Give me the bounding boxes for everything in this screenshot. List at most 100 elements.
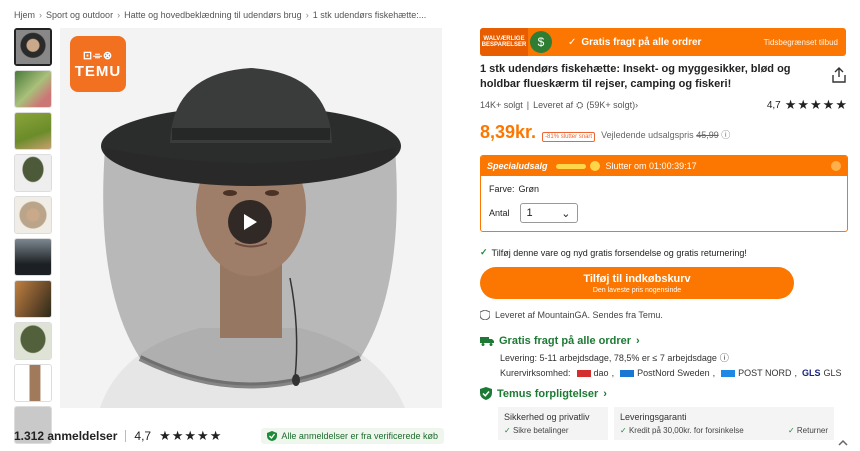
- review-count[interactable]: 1.312 anmeldelser: [14, 429, 117, 443]
- add-to-cart-label: Tilføj til indkøbskurv: [583, 272, 691, 285]
- thumbnail-4[interactable]: [14, 154, 52, 192]
- scroll-up-icon[interactable]: [836, 436, 850, 450]
- thumbnail-image: [15, 239, 51, 275]
- shield-icon: [480, 310, 490, 320]
- temu-logo-glyphs: ⊡⌯⊗: [82, 49, 114, 62]
- thumbnail-3[interactable]: [14, 112, 52, 150]
- price-row: 8,39kr. -81% slutter snart Vejledende ud…: [480, 122, 848, 143]
- chevron-right-icon: ›: [635, 100, 639, 110]
- rrp: Vejledende udsalgspris 45,99 ⓘ: [601, 128, 730, 141]
- play-icon: [244, 214, 257, 230]
- breadcrumb-current: 1 stk udendørs fiskehætte:...: [312, 10, 427, 20]
- chevron-right-icon: ›: [636, 335, 640, 347]
- check-icon: ✓: [568, 36, 577, 48]
- add-to-cart-button[interactable]: Tilføj til indkøbskurv Den laveste pris …: [480, 267, 794, 299]
- temu-logo: ⊡⌯⊗ TEMU: [70, 36, 126, 92]
- carrier-separator: ,: [712, 368, 716, 378]
- thumbnail-image: [15, 323, 51, 359]
- review-rating: 4,7: [134, 429, 152, 443]
- product-rating-stars: ★★★★★: [784, 97, 848, 112]
- product-details: WALVÆRLIGE BESPARELSER $ ✓ Gratis fragt …: [480, 28, 848, 440]
- guarantee-card-item2-text: Returner: [796, 426, 828, 435]
- color-row: Farve: Grøn: [489, 184, 839, 194]
- thumbnail-8[interactable]: [14, 322, 52, 360]
- divider: [125, 430, 127, 442]
- rating-stars: ★★★★★: [159, 428, 223, 443]
- guarantee-card-delivery[interactable]: Leveringsgaranti ✓ Kredit på 30,00kr. fo…: [614, 407, 834, 440]
- info-icon[interactable]: ⓘ: [721, 130, 730, 140]
- thumbnail-7[interactable]: [14, 280, 52, 318]
- info-icon[interactable]: ⓘ: [720, 351, 729, 364]
- seller-icon: ⛭: [576, 99, 584, 110]
- meta-divider: |: [526, 100, 530, 110]
- thumbnail-1[interactable]: [14, 28, 52, 66]
- guarantee-card-item-text: Sikre betalinger: [512, 426, 569, 435]
- thumbnail-image: [15, 197, 51, 233]
- shield-check-icon: [480, 387, 492, 400]
- play-video-button[interactable]: [228, 200, 272, 244]
- guarantee-card-item-group: ✓ Returner: [788, 426, 828, 435]
- sold-count: 14K+ solgt: [480, 100, 523, 110]
- rrp-label: Vejledende udsalgspris: [601, 130, 694, 140]
- share-icon[interactable]: [830, 66, 848, 84]
- meta-row: 14K+ solgt | Leveret af ⛭ (59K+ solgt) ›…: [480, 97, 848, 113]
- product-title: 1 stk udendørs fiskehætte: Insekt- og my…: [480, 63, 791, 90]
- carriers-label: Kurervirksomhed:: [500, 368, 571, 378]
- guarantee-card-item: ✓ Sikre betalinger: [504, 426, 602, 435]
- price: 8,39kr.: [480, 122, 537, 142]
- seller-note: Leveret af MountainGA. Sendes fra Temu.: [480, 310, 848, 320]
- discount-chip: -81% slutter snart: [542, 132, 596, 142]
- promo-limited: Tidsbegrænset tilbud: [763, 37, 838, 47]
- shipping-title-text: Gratis fragt på alle ordrer: [499, 335, 632, 347]
- color-value: Grøn: [518, 184, 540, 194]
- breadcrumb-hats[interactable]: Hatte og hovedbeklædning til udendørs br…: [124, 10, 302, 20]
- check-icon: ✓: [504, 426, 511, 435]
- quantity-row: Antal 1 ⌄: [489, 203, 839, 223]
- breadcrumb: Hjem › Sport og outdoor › Hatte og hoved…: [14, 10, 426, 20]
- sale-header: Specialudsalg Slutter om 01:00:39:17: [481, 156, 847, 176]
- thumbnail-6[interactable]: [14, 238, 52, 276]
- breadcrumb-separator: ›: [305, 10, 309, 20]
- seller-sold[interactable]: (59K+ solgt): [586, 100, 635, 110]
- carrier-postnord-sweden: PostNord Sweden: [637, 368, 710, 378]
- carriers-row: Kurervirksomhed: dao, PostNord Sweden, P…: [500, 368, 848, 378]
- promo-tag: WALVÆRLIGE BESPARELSER: [480, 28, 528, 56]
- thumbnail-2[interactable]: [14, 70, 52, 108]
- guarantee-card-item: ✓ Kredit på 30,00kr. for forsinkelse ✓ R…: [620, 426, 828, 435]
- quantity-select[interactable]: 1 ⌄: [519, 203, 578, 223]
- shipping-title[interactable]: Gratis fragt på alle ordrer ›: [480, 335, 848, 347]
- thumbnail-image: [16, 30, 50, 64]
- dao-logo-icon: [576, 369, 591, 377]
- guarantee-card-security[interactable]: Sikkerhed og privatliv ✓ Sikre betalinge…: [498, 407, 608, 440]
- seller-note-text: Leveret af MountainGA. Sendes fra Temu.: [495, 310, 663, 320]
- sale-timer: Slutter om 01:00:39:17: [605, 161, 697, 171]
- carrier-separator: ,: [794, 368, 797, 378]
- check-icon: ✓: [620, 426, 627, 435]
- carrier-dao: dao: [593, 368, 609, 378]
- postnord-logo-icon: [721, 369, 736, 377]
- carrier-gls: GLS: [823, 368, 842, 378]
- clock-icon: [589, 161, 600, 171]
- guarantee-title[interactable]: Temus forpligtelser ›: [480, 387, 848, 400]
- sale-progress-bar: [555, 163, 586, 169]
- guarantee-cards: Sikkerhed og privatliv ✓ Sikre betalinge…: [498, 407, 848, 440]
- thumbnail-list: [14, 28, 52, 444]
- breadcrumb-sport[interactable]: Sport og outdoor: [46, 10, 113, 20]
- thumbnail-9[interactable]: [14, 364, 52, 402]
- thumbnail-5[interactable]: [14, 196, 52, 234]
- product-rating[interactable]: 4,7 ★★★★★: [767, 97, 848, 113]
- rrp-value: 45,99: [696, 130, 719, 140]
- thumbnail-image: [15, 113, 51, 149]
- free-shipping-note: ✓ Tilføj denne vare og nyd gratis forsen…: [480, 247, 848, 258]
- thumbnail-image: [15, 71, 51, 107]
- free-shipping-note-text: Tilføj denne vare og nyd gratis forsende…: [491, 247, 747, 258]
- promo-banner[interactable]: WALVÆRLIGE BESPARELSER $ ✓ Gratis fragt …: [480, 28, 846, 56]
- chevron-down-icon: ⌄: [561, 207, 571, 220]
- main-product-image[interactable]: ⊡⌯⊗ TEMU: [60, 28, 442, 408]
- carrier-post-nord: POST NORD: [738, 368, 792, 378]
- check-icon: ✓: [787, 426, 795, 435]
- quantity-label: Antal: [489, 208, 510, 218]
- breadcrumb-home[interactable]: Hjem: [14, 10, 35, 20]
- guarantee-card-item-text: Kredit på 30,00kr. for forsinkelse: [628, 426, 744, 435]
- promo-text: Gratis fragt på alle ordrer: [581, 36, 702, 48]
